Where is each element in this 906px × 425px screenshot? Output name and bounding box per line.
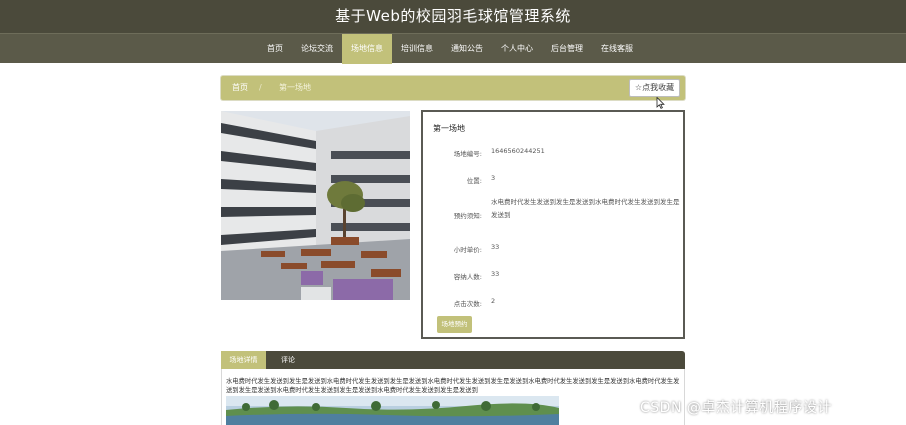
booking-notice-label: 预约须知: xyxy=(453,212,482,220)
venue-location-value: 3 xyxy=(491,174,496,182)
click-count-label: 点击次数: xyxy=(453,300,482,308)
breadcrumb-current: 第一场地 xyxy=(279,83,311,92)
venue-detail-text: 水电费时代发生发送到发生是发送到水电费时代发生发送到发生是发送到水电费时代发生发… xyxy=(226,378,680,394)
site-header: 基于Web的校园羽毛球馆管理系统 xyxy=(0,0,906,33)
main-nav: 首页 论坛交流 场地信息 培训信息 通知公告 个人中心 后台管理 在线客服 xyxy=(0,33,906,64)
site-title: 基于Web的校园羽毛球馆管理系统 xyxy=(335,7,571,25)
capacity-label: 容纳人数: xyxy=(453,273,482,281)
nav-item-venues[interactable]: 场地信息 xyxy=(342,34,392,64)
click-count-value: 2 xyxy=(491,297,496,305)
hourly-price-value: 33 xyxy=(491,243,500,251)
venue-id-label: 场地编号: xyxy=(453,150,482,158)
book-venue-button[interactable]: 场地预约 xyxy=(437,316,472,333)
nav-item-home[interactable]: 首页 xyxy=(258,34,292,64)
venue-photo xyxy=(221,111,410,300)
breadcrumb: 首页 / 第一场地 ☆点我收藏 xyxy=(221,76,685,100)
booking-notice-value: 水电费时代发生发送到发生是发送到水电费时代发生发送到发生是发送到 xyxy=(491,198,680,219)
csdn-watermark: CSDN @卓杰计算机程序设计 xyxy=(640,400,832,416)
favorite-button[interactable]: ☆点我收藏 xyxy=(629,79,680,97)
venue-location-label: 位置: xyxy=(466,177,482,185)
nav-item-notices[interactable]: 通知公告 xyxy=(442,34,492,64)
venue-id-value: 1646560244251 xyxy=(491,147,545,155)
venue-info-panel: 第一场地 场地编号: 1646560244251 位置: 3 预约须知: 水电费… xyxy=(421,110,685,339)
breadcrumb-home[interactable]: 首页 xyxy=(232,76,248,100)
detail-tabs: 场地详情 评论 xyxy=(221,351,685,369)
nav-item-support[interactable]: 在线客服 xyxy=(592,34,642,64)
nav-item-admin[interactable]: 后台管理 xyxy=(542,34,592,64)
tab-comments[interactable]: 评论 xyxy=(271,351,305,369)
nav-list: 首页 论坛交流 场地信息 培训信息 通知公告 个人中心 后台管理 在线客服 xyxy=(258,34,642,64)
tab-content: 水电费时代发生发送到发生是发送到水电费时代发生发送到发生是发送到水电费时代发生发… xyxy=(221,369,685,425)
nav-item-profile[interactable]: 个人中心 xyxy=(492,34,542,64)
venue-name: 第一场地 xyxy=(433,124,465,133)
breadcrumb-separator: / xyxy=(259,83,262,92)
nav-item-training[interactable]: 培训信息 xyxy=(392,34,442,64)
tab-venue-details[interactable]: 场地详情 xyxy=(221,351,266,369)
venue-detail-photo xyxy=(226,396,559,425)
page: 基于Web的校园羽毛球馆管理系统 首页 论坛交流 场地信息 培训信息 通知公告 … xyxy=(0,0,906,425)
nav-item-forum[interactable]: 论坛交流 xyxy=(292,34,342,64)
mouse-cursor-icon xyxy=(656,97,665,109)
hourly-price-label: 小时单价: xyxy=(453,246,482,254)
capacity-value: 33 xyxy=(491,270,500,278)
